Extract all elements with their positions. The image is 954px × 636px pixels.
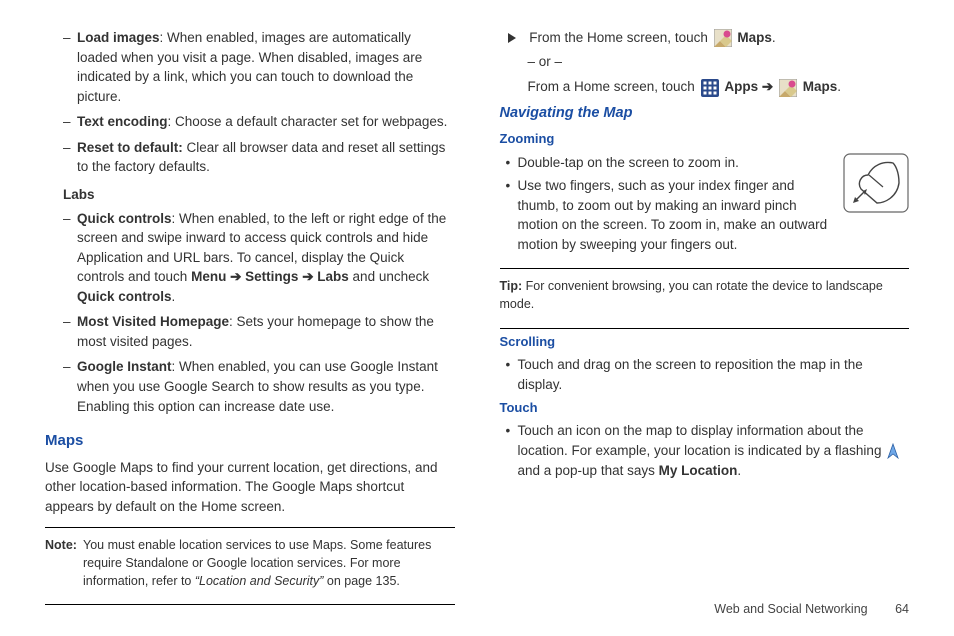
triangle-icon bbox=[508, 33, 516, 43]
item-title: Reset to default: bbox=[77, 140, 183, 155]
note-label: Note: bbox=[45, 536, 77, 554]
tip-label: Tip: bbox=[500, 279, 523, 293]
divider bbox=[500, 328, 910, 329]
list-item: •Use two fingers, such as your index fin… bbox=[500, 176, 836, 254]
item-title: Load images bbox=[77, 30, 160, 45]
list-item: – Quick controls: When enabled, to the l… bbox=[45, 209, 455, 307]
note-block: Note: You must enable location services … bbox=[45, 532, 455, 594]
my-location-label: My Location bbox=[659, 463, 738, 478]
maps-label: Maps bbox=[737, 30, 772, 45]
maps-heading: Maps bbox=[45, 430, 455, 452]
page-number: 64 bbox=[895, 602, 909, 616]
item-title: Quick controls bbox=[77, 211, 172, 226]
or-text: – or – bbox=[528, 52, 910, 72]
step-line: From a Home screen, touch Apps ➔ Maps. bbox=[528, 77, 910, 97]
item-text: Double-tap on the screen to zoom in. bbox=[518, 155, 739, 170]
navigating-heading: Navigating the Map bbox=[500, 103, 910, 124]
menu-label: Menu bbox=[191, 269, 226, 284]
item-title: Text encoding bbox=[77, 114, 168, 129]
maps-label: Maps bbox=[803, 79, 838, 94]
item-title: Google Instant bbox=[77, 359, 172, 374]
item-text-b: and a pop-up that says bbox=[518, 463, 659, 478]
item-body: : Choose a default character set for web… bbox=[168, 114, 448, 129]
chapter-name: Web and Social Networking bbox=[714, 602, 867, 616]
divider bbox=[500, 268, 910, 269]
maps-paragraph: Use Google Maps to find your current loc… bbox=[45, 458, 455, 517]
divider bbox=[45, 604, 455, 605]
location-arrow-icon bbox=[887, 443, 899, 459]
list-item: – Reset to default: Clear all browser da… bbox=[45, 138, 455, 177]
step-text: From the Home screen, touch bbox=[529, 30, 711, 45]
list-item: – Google Instant: When enabled, you can … bbox=[45, 357, 455, 416]
arrow-icon: ➔ bbox=[302, 269, 313, 284]
apps-icon bbox=[701, 79, 719, 97]
labs-heading: Labs bbox=[63, 185, 455, 205]
touch-heading: Touch bbox=[500, 399, 910, 418]
item-title: Most Visited Homepage bbox=[77, 314, 229, 329]
item-text: Use two fingers, such as your index fing… bbox=[518, 178, 828, 252]
step-text: From a Home screen, touch bbox=[528, 79, 699, 94]
maps-icon bbox=[714, 29, 732, 47]
arrow-icon: ➔ bbox=[762, 79, 773, 94]
labs-label: Labs bbox=[317, 269, 349, 284]
note-reference: “Location and Security” bbox=[195, 574, 324, 588]
list-item: •Touch and drag on the screen to reposit… bbox=[500, 355, 910, 394]
item-text-a: Touch an icon on the map to display info… bbox=[518, 423, 886, 458]
quick-controls-label: Quick controls bbox=[77, 289, 172, 304]
item-text: Touch and drag on the screen to repositi… bbox=[518, 357, 863, 392]
pinch-gesture-icon bbox=[843, 153, 909, 219]
step-line: From the Home screen, touch Maps. bbox=[502, 28, 910, 48]
scrolling-heading: Scrolling bbox=[500, 333, 910, 352]
left-column: – Load images: When enabled, images are … bbox=[45, 28, 455, 609]
divider bbox=[45, 527, 455, 528]
list-item: •Touch an icon on the map to display inf… bbox=[500, 421, 910, 480]
right-column: From the Home screen, touch Maps. – or –… bbox=[500, 28, 910, 609]
note-text: on page 135. bbox=[323, 574, 399, 588]
page-footer: Web and Social Networking 64 bbox=[714, 600, 909, 618]
tip-text: For convenient browsing, you can rotate … bbox=[500, 279, 883, 311]
list-item: – Text encoding: Choose a default charac… bbox=[45, 112, 455, 132]
maps-icon bbox=[779, 79, 797, 97]
period: . bbox=[172, 289, 176, 304]
zooming-heading: Zooming bbox=[500, 130, 910, 149]
settings-label: Settings bbox=[245, 269, 298, 284]
text: and uncheck bbox=[349, 269, 429, 284]
period: . bbox=[737, 463, 741, 478]
list-item: •Double-tap on the screen to zoom in. bbox=[500, 153, 836, 173]
apps-label: Apps bbox=[724, 79, 758, 94]
tip-block: Tip: For convenient browsing, you can ro… bbox=[500, 273, 910, 317]
list-item: – Most Visited Homepage: Sets your homep… bbox=[45, 312, 455, 351]
arrow-icon: ➔ bbox=[230, 269, 241, 284]
list-item: – Load images: When enabled, images are … bbox=[45, 28, 455, 106]
